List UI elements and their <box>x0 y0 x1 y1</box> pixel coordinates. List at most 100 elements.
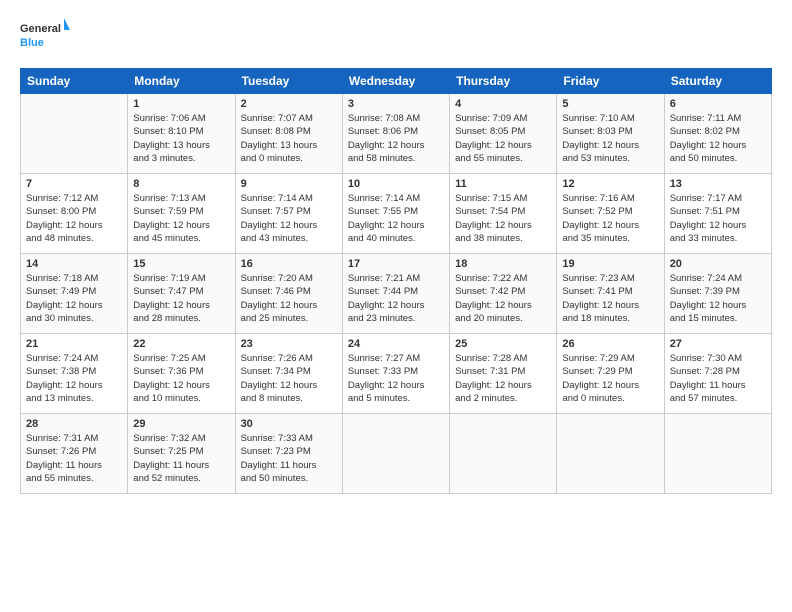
day-info: Sunrise: 7:33 AMSunset: 7:23 PMDaylight:… <box>241 432 337 485</box>
day-number: 21 <box>26 338 122 350</box>
header: General Blue <box>20 16 772 58</box>
day-cell: 8 Sunrise: 7:13 AMSunset: 7:59 PMDaylight… <box>128 174 235 254</box>
day-number: 8 <box>133 178 229 190</box>
day-cell: 29Sunrise: 7:32 AMSunset: 7:25 PMDayligh… <box>128 414 235 494</box>
day-info: Sunrise: 7:17 AMSunset: 7:51 PMDaylight:… <box>670 192 766 245</box>
day-info: Sunrise: 7:06 AMSunset: 8:10 PMDaylight:… <box>133 112 229 165</box>
day-info: Sunrise: 7:32 AMSunset: 7:25 PMDaylight:… <box>133 432 229 485</box>
day-number: 18 <box>455 258 551 270</box>
header-row: SundayMondayTuesdayWednesdayThursdayFrid… <box>21 69 772 94</box>
day-cell: 16 Sunrise: 7:20 AMSunset: 7:46 PMDayligh… <box>235 254 342 334</box>
day-number: 7 <box>26 178 122 190</box>
day-cell <box>450 414 557 494</box>
day-header-monday: Monday <box>128 69 235 94</box>
day-info: Sunrise: 7:31 AMSunset: 7:26 PMDaylight:… <box>26 432 122 485</box>
day-info: Sunrise: 7:16 AMSunset: 7:52 PMDaylight:… <box>562 192 658 245</box>
day-header-wednesday: Wednesday <box>342 69 449 94</box>
day-cell: 17Sunrise: 7:21 AMSunset: 7:44 PMDayligh… <box>342 254 449 334</box>
day-info: Sunrise: 7:24 AMSunset: 7:38 PMDaylight:… <box>26 352 122 405</box>
logo: General Blue <box>20 16 70 58</box>
day-cell: 23 Sunrise: 7:26 AMSunset: 7:34 PMDayligh… <box>235 334 342 414</box>
day-info: Sunrise: 7:29 AMSunset: 7:29 PMDaylight:… <box>562 352 658 405</box>
day-info: Sunrise: 7:18 AMSunset: 7:49 PMDaylight:… <box>26 272 122 325</box>
day-cell <box>342 414 449 494</box>
day-number: 6 <box>670 98 766 110</box>
day-number: 2 <box>241 98 337 110</box>
day-cell: 26 Sunrise: 7:29 AMSunset: 7:29 PMDayligh… <box>557 334 664 414</box>
svg-text:Blue: Blue <box>20 37 44 49</box>
day-cell: 11 Sunrise: 7:15 AMSunset: 7:54 PMDayligh… <box>450 174 557 254</box>
day-number: 12 <box>562 178 658 190</box>
week-row-1: 1 Sunrise: 7:06 AMSunset: 8:10 PMDaylight… <box>21 94 772 174</box>
day-cell: 18 Sunrise: 7:22 AMSunset: 7:42 PMDayligh… <box>450 254 557 334</box>
day-info: Sunrise: 7:10 AMSunset: 8:03 PMDaylight:… <box>562 112 658 165</box>
day-header-saturday: Saturday <box>664 69 771 94</box>
day-info: Sunrise: 7:22 AMSunset: 7:42 PMDaylight:… <box>455 272 551 325</box>
day-number: 16 <box>241 258 337 270</box>
day-info: Sunrise: 7:12 AMSunset: 8:00 PMDaylight:… <box>26 192 122 245</box>
day-number: 15 <box>133 258 229 270</box>
day-cell: 6 Sunrise: 7:11 AMSunset: 8:02 PMDaylight… <box>664 94 771 174</box>
day-info: Sunrise: 7:26 AMSunset: 7:34 PMDaylight:… <box>241 352 337 405</box>
generalblue-logo: General Blue <box>20 16 70 58</box>
day-cell: 19Sunrise: 7:23 AMSunset: 7:41 PMDayligh… <box>557 254 664 334</box>
day-cell: 13 Sunrise: 7:17 AMSunset: 7:51 PMDayligh… <box>664 174 771 254</box>
day-cell: 10Sunrise: 7:14 AMSunset: 7:55 PMDayligh… <box>342 174 449 254</box>
day-number: 30 <box>241 418 337 430</box>
day-info: Sunrise: 7:13 AMSunset: 7:59 PMDaylight:… <box>133 192 229 245</box>
day-cell: 7 Sunrise: 7:12 AMSunset: 8:00 PMDaylight… <box>21 174 128 254</box>
day-number: 4 <box>455 98 551 110</box>
day-header-tuesday: Tuesday <box>235 69 342 94</box>
day-info: Sunrise: 7:28 AMSunset: 7:31 PMDaylight:… <box>455 352 551 405</box>
day-cell: 14 Sunrise: 7:18 AMSunset: 7:49 PMDayligh… <box>21 254 128 334</box>
day-cell: 22 Sunrise: 7:25 AMSunset: 7:36 PMDayligh… <box>128 334 235 414</box>
day-number: 5 <box>562 98 658 110</box>
day-number: 9 <box>241 178 337 190</box>
day-info: Sunrise: 7:25 AMSunset: 7:36 PMDaylight:… <box>133 352 229 405</box>
day-number: 23 <box>241 338 337 350</box>
day-info: Sunrise: 7:27 AMSunset: 7:33 PMDaylight:… <box>348 352 444 405</box>
day-cell <box>664 414 771 494</box>
day-cell: 3 Sunrise: 7:08 AMSunset: 8:06 PMDaylight… <box>342 94 449 174</box>
day-cell: 25 Sunrise: 7:28 AMSunset: 7:31 PMDayligh… <box>450 334 557 414</box>
day-cell: 28 Sunrise: 7:31 AMSunset: 7:26 PMDayligh… <box>21 414 128 494</box>
day-header-sunday: Sunday <box>21 69 128 94</box>
week-row-3: 14 Sunrise: 7:18 AMSunset: 7:49 PMDayligh… <box>21 254 772 334</box>
day-number: 1 <box>133 98 229 110</box>
day-cell: 4Sunrise: 7:09 AMSunset: 8:05 PMDaylight… <box>450 94 557 174</box>
day-cell: 9 Sunrise: 7:14 AMSunset: 7:57 PMDaylight… <box>235 174 342 254</box>
day-number: 24 <box>348 338 444 350</box>
day-number: 20 <box>670 258 766 270</box>
day-info: Sunrise: 7:24 AMSunset: 7:39 PMDaylight:… <box>670 272 766 325</box>
calendar-table: SundayMondayTuesdayWednesdayThursdayFrid… <box>20 68 772 494</box>
day-number: 25 <box>455 338 551 350</box>
day-number: 3 <box>348 98 444 110</box>
week-row-4: 21 Sunrise: 7:24 AMSunset: 7:38 PMDayligh… <box>21 334 772 414</box>
day-info: Sunrise: 7:08 AMSunset: 8:06 PMDaylight:… <box>348 112 444 165</box>
day-cell: 21 Sunrise: 7:24 AMSunset: 7:38 PMDayligh… <box>21 334 128 414</box>
day-info: Sunrise: 7:14 AMSunset: 7:55 PMDaylight:… <box>348 192 444 245</box>
day-info: Sunrise: 7:14 AMSunset: 7:57 PMDaylight:… <box>241 192 337 245</box>
day-number: 11 <box>455 178 551 190</box>
day-header-thursday: Thursday <box>450 69 557 94</box>
day-number: 13 <box>670 178 766 190</box>
day-number: 26 <box>562 338 658 350</box>
day-number: 17 <box>348 258 444 270</box>
day-cell: 30 Sunrise: 7:33 AMSunset: 7:23 PMDayligh… <box>235 414 342 494</box>
day-info: Sunrise: 7:19 AMSunset: 7:47 PMDaylight:… <box>133 272 229 325</box>
day-cell: 24 Sunrise: 7:27 AMSunset: 7:33 PMDayligh… <box>342 334 449 414</box>
day-number: 22 <box>133 338 229 350</box>
day-info: Sunrise: 7:20 AMSunset: 7:46 PMDaylight:… <box>241 272 337 325</box>
day-cell: 27Sunrise: 7:30 AMSunset: 7:28 PMDayligh… <box>664 334 771 414</box>
week-row-2: 7 Sunrise: 7:12 AMSunset: 8:00 PMDaylight… <box>21 174 772 254</box>
day-info: Sunrise: 7:15 AMSunset: 7:54 PMDaylight:… <box>455 192 551 245</box>
day-number: 27 <box>670 338 766 350</box>
day-number: 28 <box>26 418 122 430</box>
day-info: Sunrise: 7:11 AMSunset: 8:02 PMDaylight:… <box>670 112 766 165</box>
day-cell <box>21 94 128 174</box>
day-cell: 2Sunrise: 7:07 AMSunset: 8:08 PMDaylight… <box>235 94 342 174</box>
page-container: General Blue SundayMondayTuesdayWednesda… <box>0 0 792 504</box>
day-number: 14 <box>26 258 122 270</box>
day-header-friday: Friday <box>557 69 664 94</box>
day-number: 19 <box>562 258 658 270</box>
